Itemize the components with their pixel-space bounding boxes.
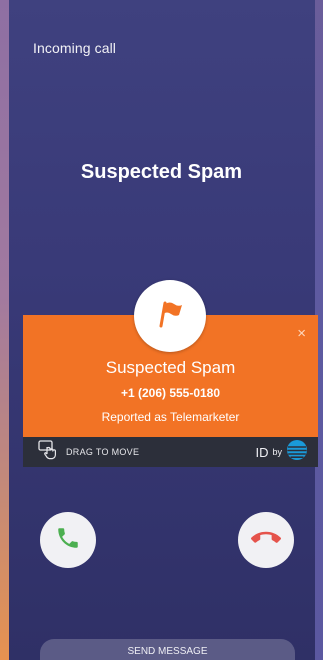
spam-card-footer[interactable]: DRAG TO MOVE ID by [23, 437, 318, 467]
incoming-call-screen: Incoming call Suspected Spam × Suspected… [0, 0, 323, 660]
drag-to-move-handle[interactable]: DRAG TO MOVE [38, 439, 140, 465]
id-label: ID [255, 444, 269, 460]
decline-call-button[interactable] [238, 512, 294, 568]
phone-decline-icon [251, 523, 281, 558]
caller-name: Suspected Spam [80, 161, 243, 183]
spam-card-title: Suspected Spam [105, 358, 236, 377]
flag-icon [155, 299, 185, 334]
call-status-label: Incoming call [33, 40, 117, 56]
caller-phone-number: +1 (206) 555-0180 [120, 386, 221, 400]
screen-edge-left [0, 0, 9, 660]
send-message-button[interactable]: SEND MESSAGE [40, 639, 295, 660]
drag-to-move-label: DRAG TO MOVE [66, 447, 140, 457]
by-label: by [272, 447, 282, 457]
spam-flag-badge [134, 280, 206, 352]
answer-call-button[interactable] [40, 512, 96, 568]
att-globe-icon [286, 439, 308, 466]
close-icon[interactable]: × [297, 326, 306, 341]
spam-report-reason: Reported as Telemarketer [101, 410, 240, 424]
phone-answer-icon [55, 525, 81, 556]
caller-id-provider: ID by [255, 439, 308, 466]
drag-hand-icon [38, 439, 60, 465]
